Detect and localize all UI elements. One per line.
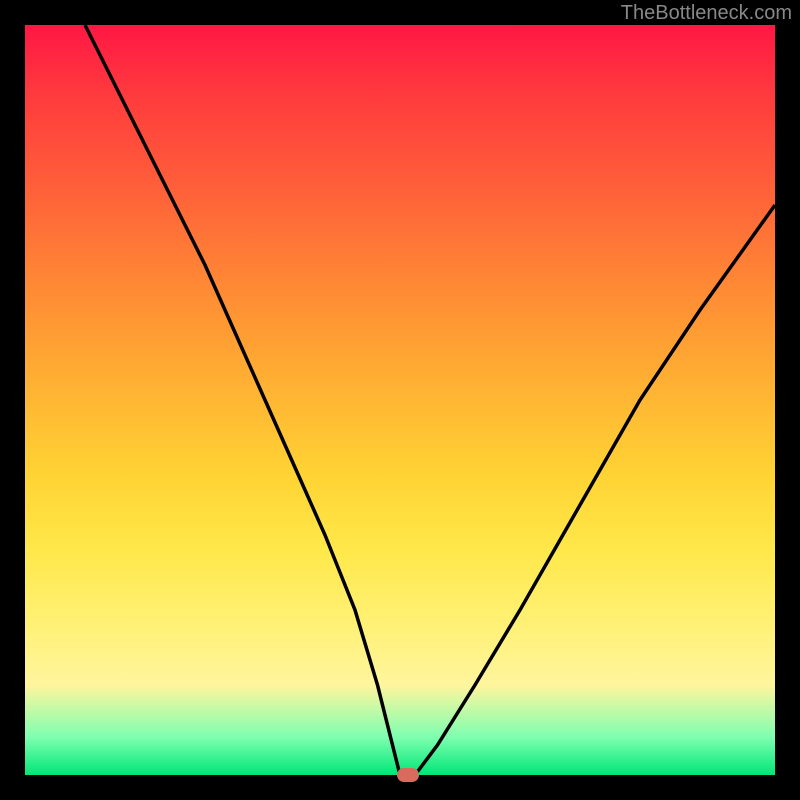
optimal-marker [397,768,419,782]
plot-area [25,25,775,775]
curve-svg [25,25,775,775]
watermark-text: TheBottleneck.com [621,2,792,25]
bottleneck-curve [85,25,775,775]
chart-frame: TheBottleneck.com [0,0,800,800]
